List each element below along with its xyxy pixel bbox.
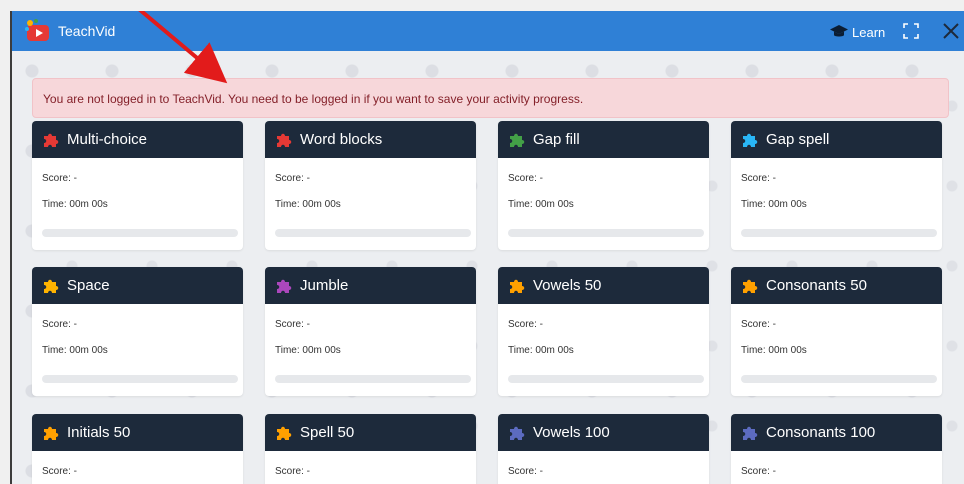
activity-score: Score: - — [508, 173, 544, 184]
activity-progress-bar — [42, 229, 238, 237]
app-title: TeachVid — [58, 23, 116, 39]
activity-card-header[interactable]: Initials 50 — [32, 414, 243, 451]
activity-title: Gap spell — [766, 131, 830, 148]
puzzle-piece-icon — [743, 279, 758, 293]
login-warning-alert: You are not logged in to TeachVid. You n… — [32, 78, 949, 118]
activity-time: Time: 00m 00s — [508, 199, 574, 210]
activity-score: Score: - — [508, 466, 544, 477]
puzzle-piece-icon — [510, 133, 525, 147]
activity-card-header[interactable]: Consonants 100 — [731, 414, 942, 451]
puzzle-piece-icon — [277, 426, 292, 440]
activity-title: Space — [67, 277, 110, 294]
activity-card-header[interactable]: Multi-choice — [32, 121, 243, 158]
activity-card[interactable]: Consonants 50 Score: - Time: 00m 00s — [731, 267, 942, 396]
activity-progress-bar — [508, 229, 704, 237]
activity-title: Initials 50 — [67, 424, 131, 441]
activity-card-header[interactable]: Vowels 100 — [498, 414, 709, 451]
activity-time: Time: 00m 00s — [508, 345, 574, 356]
activity-score: Score: - — [741, 466, 777, 477]
activity-card-header[interactable]: Gap fill — [498, 121, 709, 158]
puzzle-piece-icon — [510, 279, 525, 293]
activity-score: Score: - — [42, 319, 78, 330]
puzzle-piece-icon — [743, 426, 758, 440]
activity-title: Consonants 50 — [766, 277, 867, 294]
activity-score: Score: - — [42, 466, 78, 477]
learn-button[interactable]: Learn — [830, 23, 885, 41]
activity-card[interactable]: Vowels 100 Score: - — [498, 414, 709, 484]
activity-title: Word blocks — [300, 131, 383, 148]
activity-score: Score: - — [42, 173, 78, 184]
activity-card[interactable]: Gap spell Score: - Time: 00m 00s — [731, 121, 942, 250]
learn-label: Learn — [852, 24, 886, 40]
puzzle-piece-icon — [44, 133, 59, 147]
activity-score: Score: - — [275, 173, 311, 184]
puzzle-piece-icon — [44, 279, 59, 293]
activity-card-header[interactable]: Gap spell — [731, 121, 942, 158]
activity-time: Time: 00m 00s — [741, 345, 807, 356]
activity-score: Score: - — [741, 319, 777, 330]
activity-progress-bar — [741, 375, 937, 383]
activity-card[interactable]: Gap fill Score: - Time: 00m 00s — [498, 121, 709, 250]
puzzle-piece-icon — [277, 133, 292, 147]
activity-title: Gap fill — [533, 131, 580, 148]
activity-progress-bar — [42, 375, 238, 383]
activity-card[interactable]: Word blocks Score: - Time: 00m 00s — [265, 121, 476, 250]
activity-title: Vowels 50 — [533, 277, 602, 294]
activity-time: Time: 00m 00s — [42, 199, 108, 210]
activity-time: Time: 00m 00s — [275, 345, 341, 356]
graduation-cap-icon — [830, 25, 848, 37]
puzzle-piece-icon — [510, 426, 525, 440]
activity-card[interactable]: Jumble Score: - Time: 00m 00s — [265, 267, 476, 396]
puzzle-piece-icon — [44, 426, 59, 440]
activity-title: Jumble — [300, 277, 349, 294]
activity-progress-bar — [275, 229, 471, 237]
activity-score: Score: - — [741, 173, 777, 184]
activity-card-header[interactable]: Consonants 50 — [731, 267, 942, 304]
login-warning-text: You are not logged in to TeachVid. You n… — [43, 92, 584, 106]
activity-title: Vowels 100 — [533, 424, 610, 441]
puzzle-piece-icon — [277, 279, 292, 293]
activity-time: Time: 00m 00s — [42, 345, 108, 356]
activity-time: Time: 00m 00s — [741, 199, 807, 210]
activity-card[interactable]: Multi-choice Score: - Time: 00m 00s — [32, 121, 243, 250]
activity-card[interactable]: Initials 50 Score: - — [32, 414, 243, 484]
activity-score: Score: - — [275, 319, 311, 330]
activity-card-header[interactable]: Jumble — [265, 267, 476, 304]
activity-card-header[interactable]: Space — [32, 267, 243, 304]
activity-score: Score: - — [275, 466, 311, 477]
fullscreen-icon[interactable] — [903, 23, 919, 39]
activity-card[interactable]: Consonants 100 Score: - — [731, 414, 942, 484]
activity-card-header[interactable]: Spell 50 — [265, 414, 476, 451]
title-bar: TeachVid Learn — [12, 11, 964, 51]
activity-title: Multi-choice — [67, 131, 148, 148]
activity-progress-bar — [741, 229, 937, 237]
activity-progress-bar — [508, 375, 704, 383]
activity-card[interactable]: Vowels 50 Score: - Time: 00m 00s — [498, 267, 709, 396]
activity-card-header[interactable]: Vowels 50 — [498, 267, 709, 304]
activity-score: Score: - — [508, 319, 544, 330]
app-window: TeachVid Learn You are not logged in to … — [10, 11, 964, 484]
activity-title: Spell 50 — [300, 424, 355, 441]
activities-area: You are not logged in to TeachVid. You n… — [12, 51, 964, 484]
puzzle-piece-icon — [743, 133, 758, 147]
activity-title: Consonants 100 — [766, 424, 876, 441]
close-icon[interactable] — [940, 20, 962, 42]
activity-card-header[interactable]: Word blocks — [265, 121, 476, 158]
activity-time: Time: 00m 00s — [275, 199, 341, 210]
teachvid-logo-icon — [25, 19, 49, 41]
activity-card[interactable]: Space Score: - Time: 00m 00s — [32, 267, 243, 396]
activity-card[interactable]: Spell 50 Score: - — [265, 414, 476, 484]
activity-progress-bar — [275, 375, 471, 383]
